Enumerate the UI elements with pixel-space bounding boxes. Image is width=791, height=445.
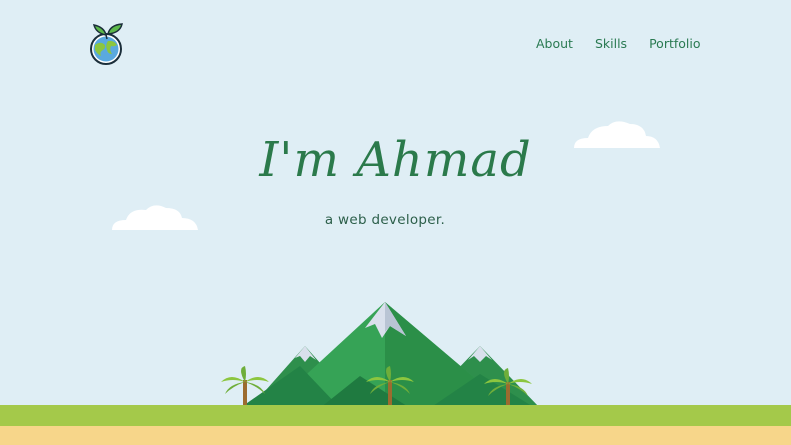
nav-skills[interactable]: Skills [595, 36, 627, 51]
grass-strip [0, 405, 791, 426]
main-nav: About Skills Portfolio [536, 36, 701, 51]
hero-subtitle: a web developer. [324, 212, 446, 228]
hero-title: I'm Ahmad [259, 132, 532, 188]
sand-strip [0, 426, 791, 445]
mountain-illustration [221, 302, 540, 408]
nav-about[interactable]: About [536, 36, 573, 51]
nav-portfolio[interactable]: Portfolio [649, 36, 700, 51]
globe-with-leaves-icon[interactable] [86, 21, 132, 67]
